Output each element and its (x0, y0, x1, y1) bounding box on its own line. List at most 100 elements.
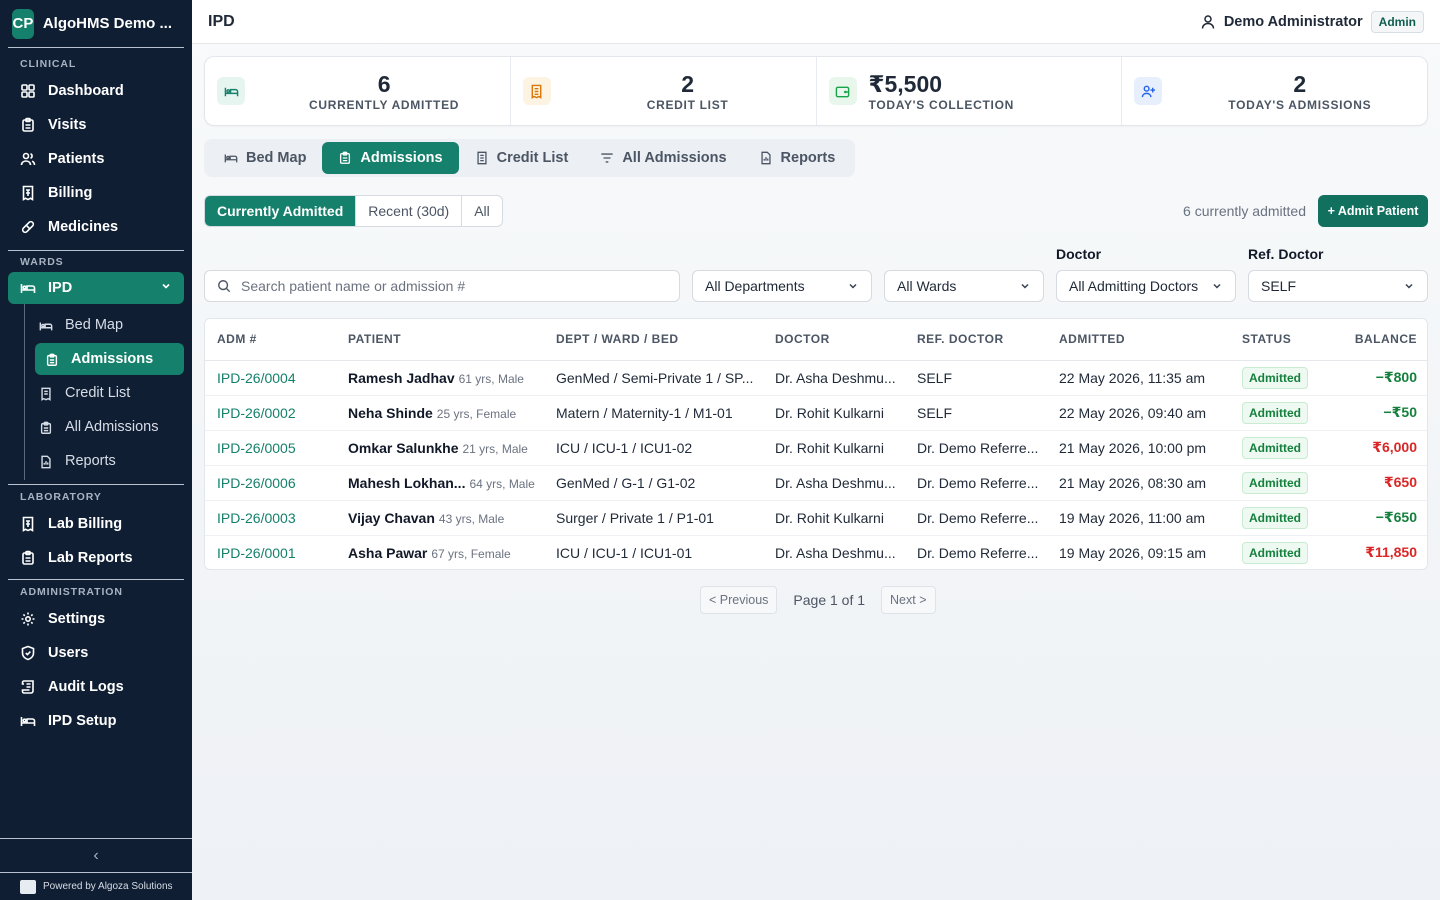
sidebar-subitem-label: Reports (65, 453, 116, 469)
sidebar-item-ipd-setup[interactable]: IPD Setup (0, 704, 192, 738)
admitted-count: 6 currently admitted (1183, 203, 1306, 219)
table-row[interactable]: IPD-26/0005 Omkar Salunkhe 21 yrs, Male ICU… (205, 430, 1427, 466)
patient-name: Asha Pawar (348, 544, 428, 561)
sidebar-subitem-bed-map[interactable]: Bed Map (37, 308, 184, 342)
table-row[interactable]: IPD-26/0004 Ramesh Jadhav 61 yrs, Male GenM… (205, 360, 1427, 396)
wallet-icon (828, 77, 857, 105)
ref-doctor: SELF (905, 395, 1047, 431)
table-row[interactable]: IPD-26/0003 Vijay Chavan 43 yrs, Male Surge… (205, 500, 1427, 536)
pagination: < Previous Page 1 of 1 Next > (700, 586, 936, 614)
collapse-sidebar-button[interactable]: ‹ (0, 838, 192, 872)
sidebar-item-label: Dashboard (48, 83, 124, 99)
sidebar-item-settings[interactable]: Settings (0, 602, 192, 636)
filter-icon (601, 153, 613, 163)
col-balance: BALANCE (1325, 319, 1427, 361)
doctor-select[interactable]: All Admitting Doctors (1056, 270, 1236, 302)
sidebar-item-label: Patients (48, 151, 105, 167)
user-name: Demo Administrator (1223, 13, 1363, 30)
sidebar-item-medicines[interactable]: Medicines (0, 210, 192, 244)
status-badge: Admitted (1242, 471, 1308, 494)
sidebar-item-audit-logs[interactable]: Audit Logs (0, 670, 192, 704)
page-indicator: Page 1 of 1 (793, 592, 866, 608)
clipboard-icon (20, 550, 36, 566)
admission-number-link[interactable]: IPD-26/0005 (217, 440, 296, 456)
brand-name[interactable]: AlgoHMS Demo ... (43, 15, 172, 32)
table-row[interactable]: IPD-26/0002 Neha Shinde 25 yrs, Female Mate… (205, 395, 1427, 431)
admitted-date: 19 May 2026, 09:15 am (1059, 544, 1207, 561)
col-admitted: ADMITTED (1047, 319, 1230, 361)
chevron-down-icon (160, 280, 172, 296)
shield-icon (20, 645, 36, 661)
admission-number-link[interactable]: IPD-26/0004 (217, 370, 296, 386)
sidebar-item-label: Visits (48, 117, 87, 133)
admission-number-link[interactable]: IPD-26/0001 (217, 545, 296, 561)
stat-todays-collection: ₹5,500 TODAY'S COLLECTION (817, 57, 1123, 125)
chevron-left-icon: ‹ (93, 846, 99, 864)
ref-doctor-filter-label: Ref. Doctor (1248, 246, 1324, 262)
admission-number-link[interactable]: IPD-26/0003 (217, 510, 296, 526)
sidebar-subitem-admissions[interactable]: Admissions (35, 343, 184, 375)
chevron-down-icon (1213, 283, 1221, 289)
scope-currently-admitted[interactable]: Currently Admitted (205, 196, 357, 226)
stat-value: 2 (681, 71, 694, 97)
sidebar-item-lab-reports[interactable]: Lab Reports (0, 541, 192, 575)
tab-all-admissions[interactable]: All Admissions (584, 142, 742, 174)
clipboard-icon (340, 151, 351, 164)
sidebar-subitem-label: Credit List (65, 385, 131, 401)
tab-label: Bed Map (246, 150, 307, 166)
ipd-subnav: Bed Map Admissions Credit List All Admis… (24, 304, 192, 480)
search-input[interactable] (241, 278, 661, 294)
admission-number-link[interactable]: IPD-26/0002 (217, 405, 296, 421)
patient-meta: 61 yrs, Male (458, 371, 524, 386)
sidebar-footer: ‹ Powered by Algoza Solutions (0, 838, 192, 900)
doctor: Dr. Asha Deshmu... (763, 360, 905, 396)
sidebar-item-visits[interactable]: Visits (0, 108, 192, 142)
previous-page-button[interactable]: < Previous (700, 586, 778, 614)
admission-number-link[interactable]: IPD-26/0006 (217, 475, 296, 491)
sidebar-item-dashboard[interactable]: Dashboard (0, 74, 192, 108)
sidebar-subitem-label: Bed Map (65, 317, 124, 333)
admit-patient-button[interactable]: + Admit Patient (1318, 195, 1428, 227)
ref-doctor-select[interactable]: SELF (1248, 270, 1428, 302)
sidebar-subitem-credit-list[interactable]: Credit List (37, 376, 184, 410)
admitted-date: 21 May 2026, 10:00 pm (1047, 430, 1230, 466)
sidebar-item-ipd[interactable]: IPD (8, 272, 184, 304)
sidebar-item-lab-billing[interactable]: Lab Billing (0, 507, 192, 541)
tab-credit-list[interactable]: Credit List (459, 142, 585, 174)
users-icon (20, 151, 36, 167)
scope-all[interactable]: All (462, 196, 502, 226)
balance: ₹650 (1383, 474, 1417, 490)
sidebar-subitem-all-admissions[interactable]: All Admissions (37, 410, 184, 444)
patient-name: Vijay Chavan (348, 509, 435, 526)
search-box (204, 270, 680, 302)
next-page-button[interactable]: Next > (881, 586, 936, 614)
sidebar-subitem-reports[interactable]: Reports (37, 444, 184, 478)
tab-admissions[interactable]: Admissions (322, 142, 459, 174)
status-badge: Admitted (1242, 436, 1308, 459)
sidebar-item-users[interactable]: Users (0, 636, 192, 670)
ward-select[interactable]: All Wards (884, 270, 1044, 302)
col-dept-ward-bed: DEPT / WARD / BED (544, 319, 763, 361)
user-menu[interactable]: Demo Administrator Admin (1200, 10, 1424, 33)
brand-logo: CP (12, 8, 34, 39)
doctor: Dr. Asha Deshmu... (763, 465, 905, 501)
tab-bed-map[interactable]: Bed Map (208, 142, 322, 174)
receipt-icon (20, 516, 36, 532)
user-icon (1200, 14, 1216, 30)
patient-name: Neha Shinde (348, 404, 433, 421)
bed-icon (20, 713, 36, 729)
sidebar-item-label: Lab Reports (48, 550, 133, 566)
table-row[interactable]: IPD-26/0006 Mahesh Lokhan... 64 yrs, Male G… (205, 465, 1427, 501)
role-badge: Admin (1370, 10, 1424, 33)
tab-reports[interactable]: Reports (743, 142, 852, 174)
scope-recent-30d[interactable]: Recent (30d) (356, 196, 463, 226)
ref-doctor: Dr. Demo Referre... (905, 465, 1047, 501)
department-select[interactable]: All Departments (692, 270, 872, 302)
table-row[interactable]: IPD-26/0001 Asha Pawar 67 yrs, Female ICU /… (205, 535, 1427, 569)
sidebar-item-patients[interactable]: Patients (0, 142, 192, 176)
tab-label: Admissions (360, 150, 443, 166)
clipboard-icon (39, 420, 53, 434)
clinical-nav: Dashboard Visits Patients Billing Medici… (0, 74, 192, 244)
sidebar-item-billing[interactable]: Billing (0, 176, 192, 210)
patient-name: Omkar Salunkhe (348, 439, 459, 456)
